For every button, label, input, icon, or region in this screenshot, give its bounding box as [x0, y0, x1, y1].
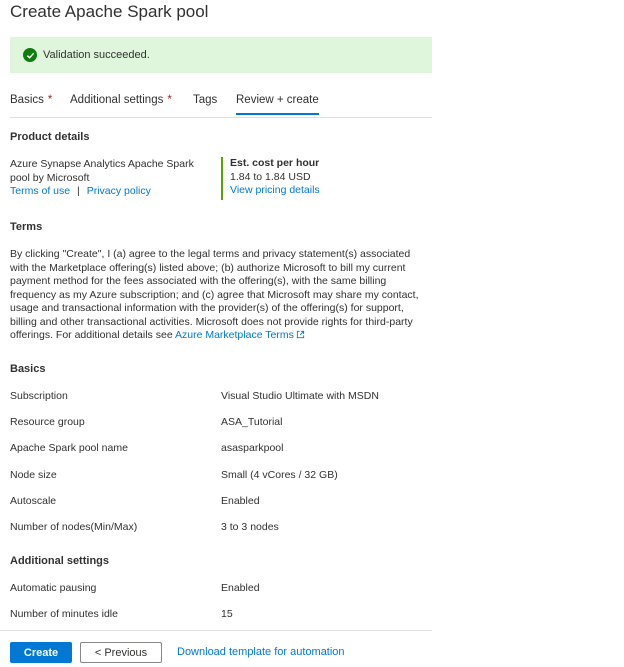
number-of-nodes-label: Number of nodes(Min/Max)	[10, 521, 138, 533]
subscription-value: Visual Studio Ultimate with MSDN	[221, 390, 379, 402]
tab-label: Basics	[10, 94, 44, 106]
terms-text: By clicking "Create", I (a) agree to the…	[10, 248, 430, 344]
additional-settings-heading: Additional settings	[10, 555, 109, 567]
validation-banner: Validation succeeded.	[10, 37, 432, 73]
check-circle-icon	[23, 48, 37, 62]
download-template-link[interactable]: Download template for automation	[177, 646, 345, 658]
spark-pool-name-value: asasparkpool	[221, 442, 284, 454]
resource-group-value: ASA_Tutorial	[221, 416, 283, 428]
link-separator: |	[77, 185, 80, 197]
terms-line: billing and other transactional activiti…	[10, 315, 413, 328]
terms-heading: Terms	[10, 221, 43, 233]
autoscale-label: Autoscale	[10, 495, 57, 507]
tab-label: Tags	[193, 94, 218, 106]
minutes-idle-label: Number of minutes idle	[10, 608, 118, 620]
tab-review-create[interactable]: Review + create	[236, 94, 319, 115]
required-marker: *	[47, 94, 53, 106]
marketplace-terms-link[interactable]: Azure Marketplace Terms	[175, 329, 305, 341]
node-size-label: Node size	[10, 469, 57, 481]
terms-line: payment method for the fees associated w…	[10, 275, 387, 287]
resource-group-label: Resource group	[10, 416, 85, 428]
cost-estimate: Est. cost per hour 1.84 to 1.84 USD View…	[221, 157, 320, 200]
external-link-icon	[296, 330, 305, 344]
terms-line: usage and transactional information with…	[10, 302, 404, 314]
tab-label: Review + create	[236, 94, 319, 106]
minutes-idle-value: 15	[221, 608, 233, 620]
automatic-pausing-value: Enabled	[221, 582, 260, 594]
footer-divider	[0, 630, 432, 631]
required-marker: *	[167, 94, 172, 106]
previous-button[interactable]: < Previous	[80, 642, 162, 663]
product-name-line1: Azure Synapse Analytics Apache Spark	[10, 158, 194, 170]
view-pricing-link[interactable]: View pricing details	[230, 184, 320, 196]
basics-heading: Basics	[10, 363, 46, 375]
page-title: Create Apache Spark pool	[10, 2, 209, 21]
product-info: Azure Synapse Analytics Apache Spark poo…	[10, 158, 210, 199]
product-name-line2: pool by Microsoft	[10, 171, 90, 184]
node-size-value: Small (4 vCores / 32 GB)	[221, 469, 338, 481]
number-of-nodes-value: 3 to 3 nodes	[221, 521, 279, 533]
terms-line: By clicking "Create", I (a) agree to the…	[10, 248, 411, 260]
product-details-heading: Product details	[10, 131, 90, 143]
automatic-pausing-label: Automatic pausing	[10, 582, 97, 594]
terms-line: with the Marketplace offering(s) listed …	[10, 261, 406, 274]
tab-additional-settings[interactable]: Additional settings *	[70, 94, 172, 106]
terms-of-use-link[interactable]: Terms of use	[10, 185, 70, 197]
tab-label: Additional settings	[70, 94, 164, 106]
marketplace-terms-label: Azure Marketplace Terms	[175, 329, 294, 341]
cost-value: 1.84 to 1.84 USD	[230, 170, 311, 183]
tab-bar: Basics * Additional settings * Tags Review…	[10, 92, 432, 118]
privacy-policy-link[interactable]: Privacy policy	[87, 185, 151, 197]
terms-line: frequency as my Azure subscription; and …	[10, 288, 419, 301]
autoscale-value: Enabled	[221, 495, 260, 507]
cost-title: Est. cost per hour	[230, 157, 320, 169]
banner-text: Validation succeeded.	[43, 49, 150, 61]
spark-pool-name-label: Apache Spark pool name	[10, 442, 128, 454]
create-button[interactable]: Create	[10, 642, 72, 663]
tab-tags[interactable]: Tags	[193, 94, 217, 106]
terms-line: offerings. For additional details see	[10, 329, 175, 341]
tab-basics[interactable]: Basics *	[10, 94, 52, 106]
subscription-label: Subscription	[10, 390, 68, 402]
